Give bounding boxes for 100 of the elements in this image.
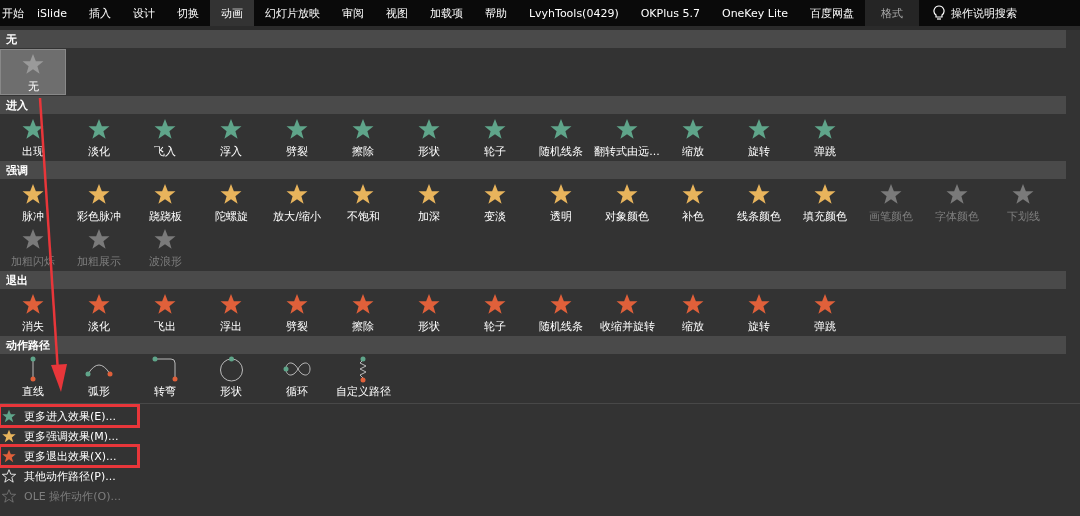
star-icon — [22, 52, 44, 75]
star-icon — [154, 293, 176, 315]
ribbon-tab[interactable]: 审阅 — [330, 0, 375, 26]
star-icon — [748, 118, 770, 140]
effect-item[interactable]: 随机线条 — [528, 290, 594, 335]
ribbon-tab[interactable]: 格式 — [865, 0, 920, 26]
star-icon — [352, 293, 374, 315]
effect-item[interactable]: 浮入 — [198, 115, 264, 160]
star-icon — [220, 118, 242, 140]
star-icon — [616, 118, 638, 140]
effect-item[interactable]: 弹跳 — [792, 115, 858, 160]
effect-item[interactable]: 缩放 — [660, 115, 726, 160]
effect-item[interactable]: 自定义路径 — [332, 355, 394, 400]
star-icon — [88, 183, 110, 205]
star-icon — [286, 183, 308, 205]
star-icon — [946, 183, 968, 205]
ribbon-tab[interactable]: iSlide — [26, 0, 78, 26]
menu-item[interactable]: 更多退出效果(X)... — [0, 446, 138, 466]
star-icon — [154, 118, 176, 140]
search-label[interactable]: 操作说明搜索 — [951, 5, 1018, 21]
star-icon — [352, 118, 374, 140]
effect-item[interactable]: 对象颜色 — [594, 180, 660, 225]
effect-item[interactable]: 补色 — [660, 180, 726, 225]
effect-item[interactable]: 转弯 — [149, 355, 181, 400]
ribbon-tab[interactable]: OneKey Lite — [710, 0, 800, 26]
effect-item[interactable]: 脉冲 — [0, 180, 66, 225]
effect-item[interactable]: 填充颜色 — [792, 180, 858, 225]
ribbon-tab[interactable]: 开始 — [0, 0, 26, 26]
ribbon-tab[interactable]: 插入 — [77, 0, 122, 26]
star-icon — [352, 183, 374, 205]
ribbon-tab[interactable]: 切换 — [165, 0, 210, 26]
ribbon-tab[interactable]: 视图 — [374, 0, 419, 26]
effect-item[interactable]: 轮子 — [462, 290, 528, 335]
star-icon — [22, 118, 44, 140]
ribbon-tab[interactable]: 动画 — [209, 0, 254, 26]
effect-item[interactable]: 弧形 — [82, 355, 116, 400]
effect-item[interactable]: 浮出 — [198, 290, 264, 335]
effect-item[interactable]: 形状 — [396, 290, 462, 335]
effect-item[interactable]: 陀螺旋 — [198, 180, 264, 225]
star-icon — [154, 183, 176, 205]
star-icon — [748, 183, 770, 205]
effect-item[interactable]: 循环 — [280, 355, 314, 400]
star-icon — [484, 183, 506, 205]
effect-item[interactable]: 放大/缩小 — [264, 180, 330, 225]
effect-item[interactable]: 无 — [0, 49, 66, 95]
effect-item[interactable]: 轮子 — [462, 115, 528, 160]
section-header: 动作路径 — [0, 336, 1066, 354]
star-icon — [682, 118, 704, 140]
ribbon-tab[interactable]: 加载项 — [418, 0, 474, 26]
star-icon — [616, 183, 638, 205]
ribbon-tab[interactable]: 幻灯片放映 — [253, 0, 331, 26]
effect-item[interactable]: 消失 — [0, 290, 66, 335]
effect-item[interactable]: 彩色脉冲 — [66, 180, 132, 225]
ribbon-tab[interactable]: 帮助 — [473, 0, 518, 26]
ribbon-tab[interactable]: 设计 — [121, 0, 166, 26]
effect-item[interactable]: 劈裂 — [264, 115, 330, 160]
effect-item[interactable]: 线条颜色 — [726, 180, 792, 225]
effect-item[interactable]: 跷跷板 — [132, 180, 198, 225]
effect-item[interactable]: 形状 — [216, 355, 246, 400]
motion-path-icon — [283, 361, 311, 377]
effect-item[interactable]: 直线 — [19, 355, 47, 400]
effect-item[interactable]: 变淡 — [462, 180, 528, 225]
effect-item[interactable]: 缩放 — [660, 290, 726, 335]
effect-item[interactable]: 飞出 — [132, 290, 198, 335]
effect-item[interactable]: 加深 — [396, 180, 462, 225]
lightbulb-icon — [933, 5, 946, 21]
effect-item[interactable]: 擦除 — [330, 115, 396, 160]
effect-item[interactable]: 擦除 — [330, 290, 396, 335]
effect-item[interactable]: 飞入 — [132, 115, 198, 160]
effect-item[interactable]: 劈裂 — [264, 290, 330, 335]
effect-item[interactable]: 透明 — [528, 180, 594, 225]
effect-item[interactable]: 旋转 — [726, 115, 792, 160]
effect-item[interactable]: 弹跳 — [792, 290, 858, 335]
effect-item[interactable]: 随机线条 — [528, 115, 594, 160]
star-icon — [682, 293, 704, 315]
ribbon-tab[interactable]: OKPlus 5.7 — [629, 0, 711, 26]
section-header: 无 — [0, 30, 1066, 48]
star-icon — [286, 118, 308, 140]
motion-path-icon — [359, 355, 367, 383]
star-icon — [814, 293, 836, 315]
ribbon-tab[interactable]: LvyhTools(0429) — [517, 0, 630, 26]
star-icon — [286, 293, 308, 315]
effect-item[interactable]: 不饱和 — [330, 180, 396, 225]
star-icon — [88, 118, 110, 140]
star-icon — [550, 183, 572, 205]
effect-item[interactable]: 淡化 — [66, 290, 132, 335]
effect-item[interactable]: 形状 — [396, 115, 462, 160]
motion-path-icon — [219, 356, 243, 382]
star-icon — [418, 183, 440, 205]
effect-item[interactable]: 旋转 — [726, 290, 792, 335]
star-icon — [154, 228, 176, 250]
star-icon — [22, 293, 44, 315]
menu-item[interactable]: 更多强调效果(M)... — [0, 426, 119, 446]
menu-item[interactable]: 其他动作路径(P)... — [0, 466, 116, 486]
menu-item[interactable]: 更多进入效果(E)... — [0, 406, 138, 426]
effect-item[interactable]: 淡化 — [66, 115, 132, 160]
star-icon — [2, 469, 16, 483]
effect-item[interactable]: 收缩并旋转 — [594, 290, 660, 335]
ribbon-tab[interactable]: 百度网盘 — [799, 0, 866, 26]
effect-item[interactable]: 翻转式由远... — [594, 115, 660, 160]
